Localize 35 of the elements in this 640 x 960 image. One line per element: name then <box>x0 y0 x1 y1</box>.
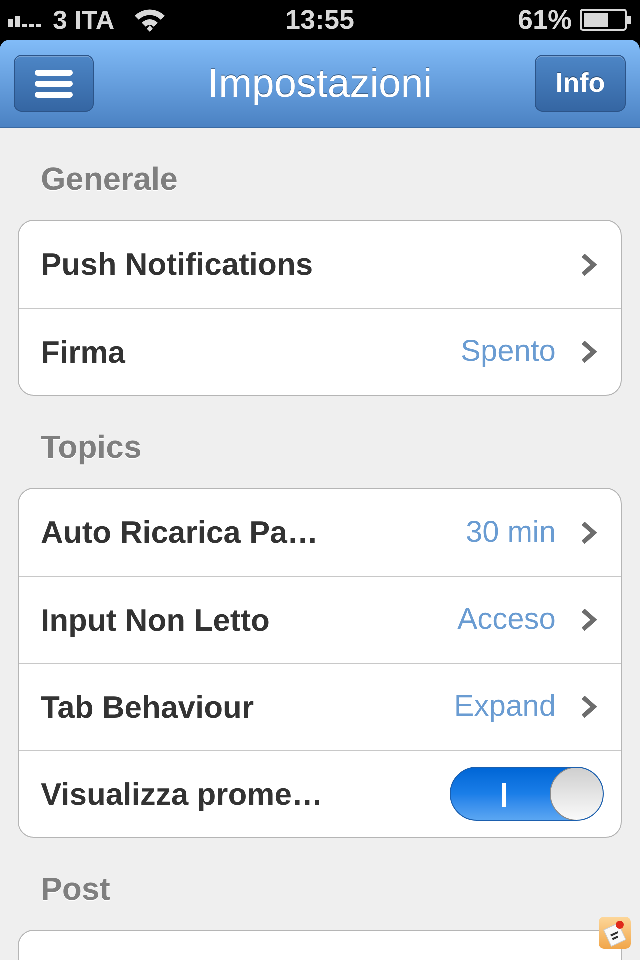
carrier-name: 3 ITA <box>53 7 115 33</box>
row-value: Acceso <box>458 605 556 635</box>
section-header: Topics <box>41 430 142 464</box>
row-label: Input Non Letto <box>41 604 270 636</box>
chevron-right-icon <box>582 609 598 631</box>
toggle-switch[interactable] <box>450 767 604 821</box>
settings-row[interactable]: Push Notifications <box>19 221 621 308</box>
section-header: Generale <box>41 162 178 196</box>
menu-icon <box>34 68 74 98</box>
battery-percentage: 61% <box>518 6 572 34</box>
pinned-note-icon <box>599 917 631 949</box>
battery-icon <box>580 9 632 31</box>
row-value: Expand <box>454 692 556 722</box>
menu-button[interactable] <box>14 55 94 112</box>
chevron-right-icon <box>582 341 598 363</box>
chevron-right-icon <box>582 254 598 276</box>
screen-title: Impostazioni <box>208 64 432 104</box>
wifi-icon <box>134 8 166 32</box>
row-label: Firma <box>41 336 126 368</box>
row-label: Tab Behaviour <box>41 692 254 722</box>
status-time: 13:55 <box>285 6 355 34</box>
chevron-right-icon <box>582 522 598 544</box>
section-header: Post <box>41 872 110 906</box>
row-label: Visualizza prome… <box>41 778 323 810</box>
row-label: Push Notifications <box>41 249 314 280</box>
row-label: Auto Ricarica Pa… <box>41 517 318 548</box>
row-value: Spento <box>460 337 556 367</box>
toggle-row[interactable]: Visualizza prome… <box>19 750 621 837</box>
settings-row[interactable]: Auto Ricarica Pa… 30 min <box>19 489 621 576</box>
chevron-right-icon <box>582 696 598 718</box>
settings-row[interactable]: Input Non Letto Acceso <box>19 576 621 663</box>
settings-row[interactable]: Tab Behaviour Expand <box>19 663 621 750</box>
settings-row[interactable]: Firma Spento <box>19 308 621 395</box>
row-value: 30 min <box>466 518 556 548</box>
info-button[interactable]: Info <box>535 55 626 112</box>
